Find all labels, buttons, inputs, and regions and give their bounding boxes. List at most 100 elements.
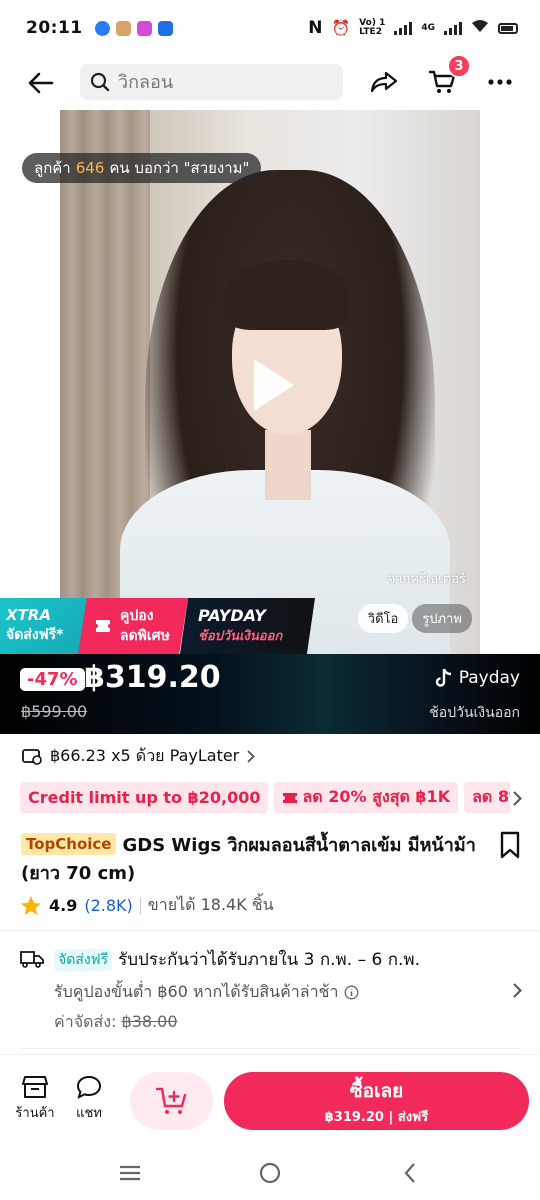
creator-credit: จากครีเอเตอร์	[387, 572, 466, 587]
section-divider	[20, 1048, 520, 1049]
payday-logo: Payday	[435, 668, 520, 688]
payday-label: Payday	[458, 668, 520, 688]
model-bangs	[225, 260, 350, 330]
search-bar[interactable]	[80, 64, 343, 100]
chevron-right-icon	[247, 749, 256, 763]
customer-suffix: คน บอกว่า "สวยงาม"	[109, 159, 250, 177]
system-back-button[interactable]	[390, 1153, 430, 1193]
shipping-fee-label: ค่าจัดส่ง:	[54, 1012, 117, 1031]
original-price: ฿599.00	[21, 702, 88, 721]
buy-now-sub: ฿319.20 | ส่งฟรี	[324, 1109, 429, 1125]
top-choice-badge: TopChoice	[21, 833, 117, 855]
chips-more-button[interactable]	[508, 786, 526, 810]
voucher-chip-label: Credit limit up to ฿20,000	[28, 788, 261, 807]
customer-review-pill: ลูกค้า 646 คน บอกว่า "สวยงาม"	[22, 153, 262, 183]
section-divider	[0, 930, 540, 931]
play-icon[interactable]	[248, 355, 298, 415]
voucher-chips: Credit limit up to ฿20,000 ลด 20% สูงสุด…	[20, 782, 510, 814]
payday-banner-sub: ช้อปวันเงินออก	[198, 629, 283, 644]
chat-button[interactable]: แชท	[68, 1075, 110, 1130]
voucher-chip-label: ลด 20% สูงสุด ฿1K	[302, 787, 451, 806]
signal-icon-2	[444, 21, 462, 35]
promo-banners: XTRA จัดส่งฟรี* คูปอง ลดพิเศษ PAYDAY ช้อ…	[0, 598, 540, 654]
payday-sub: ช้อปวันเงินออก	[429, 705, 520, 721]
search-icon	[90, 72, 110, 92]
product-title: TopChoice GDS Wigs วิกผมลอนสีน้ำตาลเข้ม ม…	[21, 832, 491, 888]
status-indicators: N ⏰ Vo) 1 LTE2 4G	[308, 18, 518, 38]
coupon-icon	[283, 792, 298, 803]
more-options-button[interactable]	[480, 62, 520, 102]
store-icon	[22, 1076, 48, 1098]
coupon-line2: ลดพิเศษ	[120, 628, 170, 644]
xtra-sub: จัดส่งฟรี*	[6, 627, 64, 643]
store-icon	[157, 20, 173, 36]
home-circle-icon	[259, 1162, 281, 1184]
nfc-icon: N	[308, 18, 323, 38]
chevron-left-icon	[404, 1163, 415, 1183]
tiktok-icon	[435, 668, 451, 687]
paylater-text: ฿66.23 x5 ด้วย PayLater	[50, 745, 240, 765]
rating-divider	[139, 897, 141, 914]
discount-badge: -47%	[20, 668, 85, 691]
sold-count: ขายได้ 18.4K ชิ้น	[147, 895, 274, 914]
paylater-row[interactable]: ฿66.23 x5 ด้วย PayLater	[22, 744, 256, 768]
rating-row[interactable]: 4.9 (2.8K) ขายได้ 18.4K ชิ้น	[20, 893, 274, 918]
xtra-free-shipping-banner[interactable]: XTRA จัดส่งฟรี*	[0, 598, 90, 654]
coupon-line1: คูปอง	[120, 608, 154, 624]
share-button[interactable]	[364, 62, 404, 102]
status-bar: 20:11 N ⏰ Vo) 1 LTE2 4G	[0, 0, 540, 56]
system-nav-bar	[0, 1146, 540, 1200]
back-arrow-icon	[28, 72, 54, 94]
app-icon	[136, 20, 152, 36]
shipping-guarantee-text: รับประกันว่าได้รับภายใน 3 ก.พ. – 6 ก.พ.	[118, 950, 421, 970]
alarm-icon: ⏰	[331, 19, 351, 37]
coupon-banner[interactable]: คูปอง ลดพิเศษ	[78, 598, 188, 654]
voucher-chip[interactable]: Credit limit up to ฿20,000	[20, 782, 269, 813]
shipping-fee: ค่าจัดส่ง: ฿38.00	[54, 1010, 178, 1035]
voucher-chip-label: ลด 8% ด้ว	[472, 787, 510, 806]
star-icon	[21, 896, 41, 915]
network-label-2: 4G	[421, 23, 435, 33]
customer-count: 646	[75, 159, 105, 177]
status-time: 20:11	[26, 18, 83, 38]
chat-icon	[76, 1075, 102, 1099]
model-neck	[265, 430, 311, 500]
gallery-icon	[115, 20, 131, 36]
review-count[interactable]: (2.8K)	[84, 896, 132, 915]
cart-count-badge: 3	[447, 54, 471, 78]
network-label-1: Vo) 1 LTE2	[359, 18, 386, 37]
voucher-chip[interactable]: ลด 8% ด้ว	[464, 782, 510, 813]
shipping-details-button[interactable]	[508, 978, 526, 1002]
payday-banner[interactable]: PAYDAY ช้อปวันเงินออก	[180, 598, 315, 654]
add-to-cart-icon	[155, 1087, 186, 1114]
buy-now-label: ซื้อเลย	[349, 1079, 404, 1102]
chat-label: แชท	[76, 1106, 102, 1121]
xtra-title: XTRA	[6, 606, 51, 624]
more-dots-icon	[488, 79, 512, 85]
chevron-right-icon	[512, 790, 522, 806]
recent-apps-button[interactable]	[110, 1153, 150, 1193]
buy-now-button[interactable]: ซื้อเลย ฿319.20 | ส่งฟรี	[224, 1072, 529, 1130]
truck-icon	[20, 951, 44, 968]
late-delivery-coupon: รับคูปองขั้นต่ำ ฿60 หากได้รับสินค้าล่าช้…	[54, 980, 359, 1005]
product-media[interactable]: จากครีเอเตอร์ วิดีโอ รูปภาพ	[60, 110, 480, 655]
share-icon	[370, 71, 398, 93]
home-button[interactable]	[250, 1153, 290, 1193]
store-button[interactable]: ร้านค้า	[14, 1075, 56, 1130]
back-button[interactable]	[20, 62, 62, 104]
messenger-icon	[94, 20, 110, 36]
shipping-guarantee[interactable]: จัดส่งฟรี รับประกันว่าได้รับภายใน 3 ก.พ.…	[54, 946, 420, 973]
free-shipping-tag: จัดส่งฟรี	[54, 948, 113, 971]
bookmark-icon[interactable]	[497, 830, 523, 860]
paylater-icon	[22, 749, 42, 765]
coupon-icon	[96, 620, 110, 632]
voucher-chip[interactable]: ลด 20% สูงสุด ฿1K	[274, 782, 459, 813]
status-app-icons	[94, 20, 173, 36]
info-icon[interactable]	[344, 985, 359, 1000]
search-input[interactable]	[118, 71, 318, 93]
payday-banner-title: PAYDAY	[198, 606, 266, 625]
top-header: 3	[0, 54, 540, 106]
late-coupon-text: รับคูปองขั้นต่ำ ฿60 หากได้รับสินค้าล่าช้…	[54, 982, 339, 1001]
signal-icon	[394, 21, 413, 35]
add-to-cart-button[interactable]	[130, 1072, 213, 1130]
